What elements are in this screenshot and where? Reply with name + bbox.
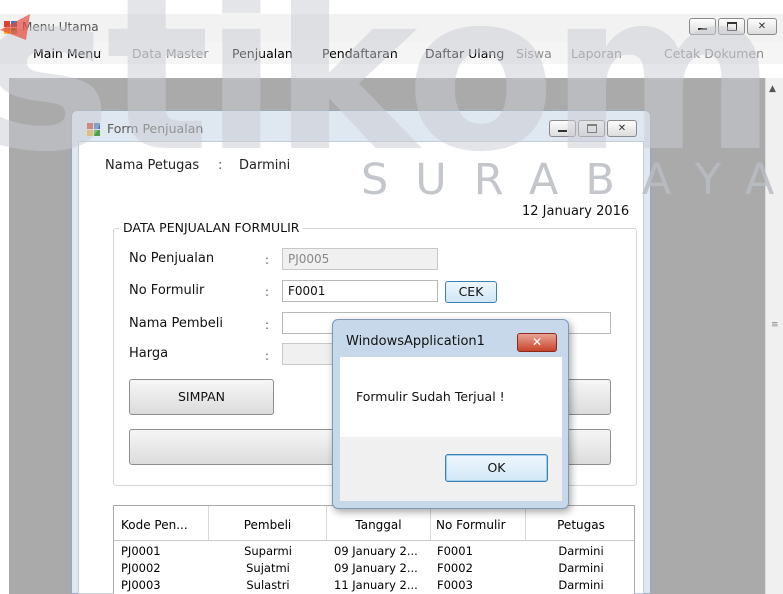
main-window-title: Menu Utama <box>22 20 99 34</box>
column-header-petugas[interactable]: Petugas <box>526 506 634 540</box>
maximize-icon <box>726 22 737 31</box>
form-maximize-button[interactable] <box>578 120 605 137</box>
table-row[interactable]: PJ0003 Sulastri 11 January 2... F0003 Da… <box>114 577 634 593</box>
no-formulir-label: No Formulir <box>129 283 205 298</box>
harga-label: Harga <box>129 346 169 361</box>
column-header-no-formulir[interactable]: No Formulir <box>431 506 526 540</box>
column-header-tanggal[interactable]: Tanggal <box>327 506 431 540</box>
form-icon <box>87 123 100 136</box>
cek-button[interactable]: CEK <box>445 281 497 303</box>
scroll-up-arrow-icon[interactable]: ▲ <box>769 84 776 94</box>
form-minimize-button[interactable] <box>549 120 576 137</box>
message-box-text: Formulir Sudah Terjual ! <box>356 389 505 404</box>
cell-tanggal: 11 January 2... <box>334 578 418 592</box>
menu-laporan[interactable]: Laporan <box>571 46 622 61</box>
menu-main-menu[interactable]: Main Menu <box>33 46 101 61</box>
menu-data-master[interactable]: Data Master <box>132 46 209 61</box>
table-row[interactable]: PJ0001 Suparmi 09 January 2... F0001 Dar… <box>114 543 634 559</box>
nama-pembeli-label: Nama Pembeli <box>129 316 223 331</box>
maximize-icon <box>586 124 597 133</box>
cell-kode: PJ0001 <box>121 544 161 558</box>
no-penjualan-label: No Penjualan <box>129 251 215 266</box>
cell-no-formulir: F0002 <box>437 561 473 575</box>
petugas-colon: : <box>218 158 223 173</box>
groupbox-title: DATA PENJUALAN FORMULIR <box>119 220 304 235</box>
menu-cetak-dokumen[interactable]: Cetak Dokumen <box>664 46 764 61</box>
grid-header: Kode Pen... Pembeli Tanggal No Formulir … <box>114 506 634 541</box>
menu-siswa[interactable]: Siswa <box>516 46 552 61</box>
close-icon: ✕ <box>531 335 543 349</box>
cell-petugas: Darmini <box>558 561 604 575</box>
no-penjualan-field[interactable]: PJ0005 <box>282 248 438 270</box>
simpan-button[interactable]: SIMPAN <box>129 379 274 415</box>
vertical-scrollbar[interactable] <box>765 78 783 594</box>
table-row[interactable]: PJ0002 Sujatmi 09 January 2... F0002 Dar… <box>114 560 634 576</box>
form-caption-buttons: ✕ <box>549 120 637 137</box>
cell-pembeli: Sulastri <box>246 578 290 592</box>
cell-pembeli: Suparmi <box>244 544 292 558</box>
minimize-button[interactable] <box>689 18 716 35</box>
cell-petugas: Darmini <box>558 578 604 592</box>
menu-daftar-ulang[interactable]: Daftar Ulang <box>425 46 504 61</box>
cell-kode: PJ0003 <box>121 578 161 592</box>
penjualan-grid[interactable]: Kode Pen... Pembeli Tanggal No Formulir … <box>113 505 635 594</box>
close-icon: ✕ <box>757 21 767 32</box>
menu-pendaftaran[interactable]: Pendaftaran <box>322 46 398 61</box>
ok-button[interactable]: OK <box>445 454 548 482</box>
minimize-icon <box>698 28 707 30</box>
main-window-caption-buttons: ✕ <box>689 18 777 35</box>
cell-tanggal: 09 January 2... <box>334 544 418 558</box>
form-title: Form Penjualan <box>107 121 204 136</box>
harga-colon: : <box>265 349 270 363</box>
close-icon: ✕ <box>617 123 627 134</box>
column-header-kode[interactable]: Kode Pen... <box>114 506 209 540</box>
cell-no-formulir: F0003 <box>437 578 473 592</box>
secondary-action-button[interactable] <box>565 379 611 415</box>
form-close-button[interactable]: ✕ <box>607 120 637 137</box>
maximize-button[interactable] <box>718 18 745 35</box>
cell-pembeli: Sujatmi <box>246 561 290 575</box>
no-formulir-field[interactable]: F0001 <box>282 280 438 302</box>
no-penjualan-colon: : <box>265 253 270 267</box>
menu-penjualan[interactable]: Penjualan <box>232 46 293 61</box>
app-icon <box>4 21 17 34</box>
main-window-titlebar <box>0 14 783 42</box>
cell-no-formulir: F0001 <box>437 544 473 558</box>
cell-tanggal: 09 January 2... <box>334 561 418 575</box>
petugas-value: Darmini <box>239 158 291 173</box>
no-formulir-colon: : <box>265 285 270 299</box>
cell-petugas: Darmini <box>558 544 604 558</box>
message-box-close-button[interactable]: ✕ <box>517 333 557 352</box>
column-header-pembeli[interactable]: Pembeli <box>209 506 327 540</box>
nama-pembeli-colon: : <box>265 318 270 332</box>
scroll-grip-icon: ≡ <box>771 320 779 330</box>
close-button[interactable]: ✕ <box>747 18 777 35</box>
message-box-title: WindowsApplication1 <box>346 334 485 349</box>
petugas-label: Nama Petugas <box>105 158 200 173</box>
cell-kode: PJ0002 <box>121 561 161 575</box>
minimize-icon <box>558 130 567 132</box>
date-label: 12 January 2016 <box>522 204 630 219</box>
